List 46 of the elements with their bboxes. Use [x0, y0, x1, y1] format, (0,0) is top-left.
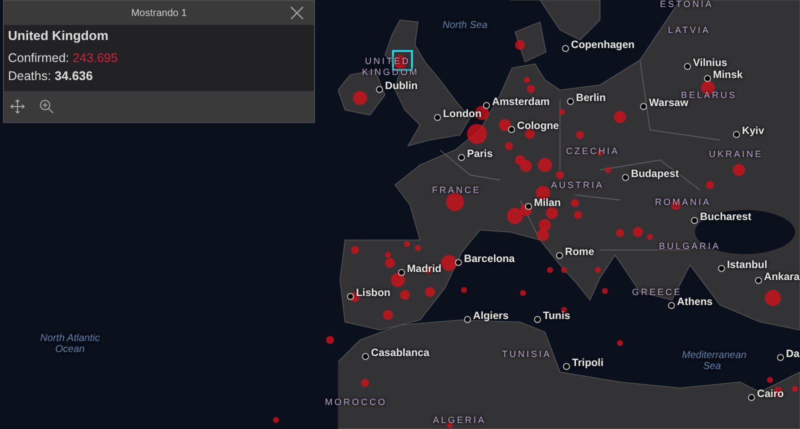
city-label: Budapest: [622, 169, 679, 181]
city-label: Milan: [525, 198, 561, 210]
country-label: MOROCCO: [325, 398, 387, 408]
country-label: CZECHIA: [566, 147, 620, 157]
sea-label: North Sea: [441, 20, 489, 31]
country-label: KINGDOM: [362, 68, 420, 78]
country-label: BELARUS: [681, 91, 738, 100]
city-label: Lisbon: [347, 288, 390, 300]
sea-label: North Atlantic Ocean: [40, 333, 100, 355]
city-label: Istanbul: [718, 260, 768, 272]
country-label: UKRAINE: [709, 150, 764, 160]
pan-icon[interactable]: [10, 99, 25, 114]
field-text: Deaths: 34.636: [8, 68, 94, 85]
close-icon[interactable]: [290, 6, 304, 20]
city-label: Rome: [556, 247, 594, 259]
country-label: BULGARIA: [659, 242, 721, 252]
city-label: Vilnius: [684, 58, 728, 70]
city-label: Da: [777, 349, 800, 361]
city-label: Dublin: [376, 81, 418, 93]
city-label: Athens: [668, 297, 713, 309]
popup-title: Mostrando 1: [131, 8, 187, 18]
city-label: Amsterdam: [483, 97, 550, 109]
country-label: GREECE: [632, 288, 682, 297]
city-label: Minsk: [704, 70, 743, 82]
city-label: Tripoli: [563, 358, 604, 370]
country-label: TUNISIA: [502, 350, 552, 360]
country-label: LATVIA: [668, 26, 710, 36]
city-label: Kyiv: [733, 126, 764, 138]
city-label: Barcelona: [455, 254, 515, 266]
zoom-in-icon[interactable]: [39, 99, 54, 114]
country-label: ESTONIA: [660, 0, 714, 10]
feature-name: United Kingdom: [8, 28, 110, 43]
city-label: Tunis: [534, 311, 570, 323]
country-label: AUSTRIA: [551, 181, 604, 191]
country-label: ALGERIA: [433, 416, 486, 426]
country-label: FRANCE: [432, 186, 482, 196]
city-label: Casablanca: [362, 348, 430, 360]
city-label: Algiers: [464, 311, 509, 323]
field-text: Confirmed: 243.695: [8, 50, 119, 67]
city-label: Cologne: [508, 121, 559, 133]
city-label: Berlin: [567, 93, 606, 105]
city-label: Ankara: [755, 272, 800, 284]
city-label: Bucharest: [691, 212, 752, 224]
city-label: Warsaw: [640, 98, 688, 110]
city-label: Paris: [458, 149, 493, 161]
city-label: Copenhagen: [562, 40, 635, 52]
